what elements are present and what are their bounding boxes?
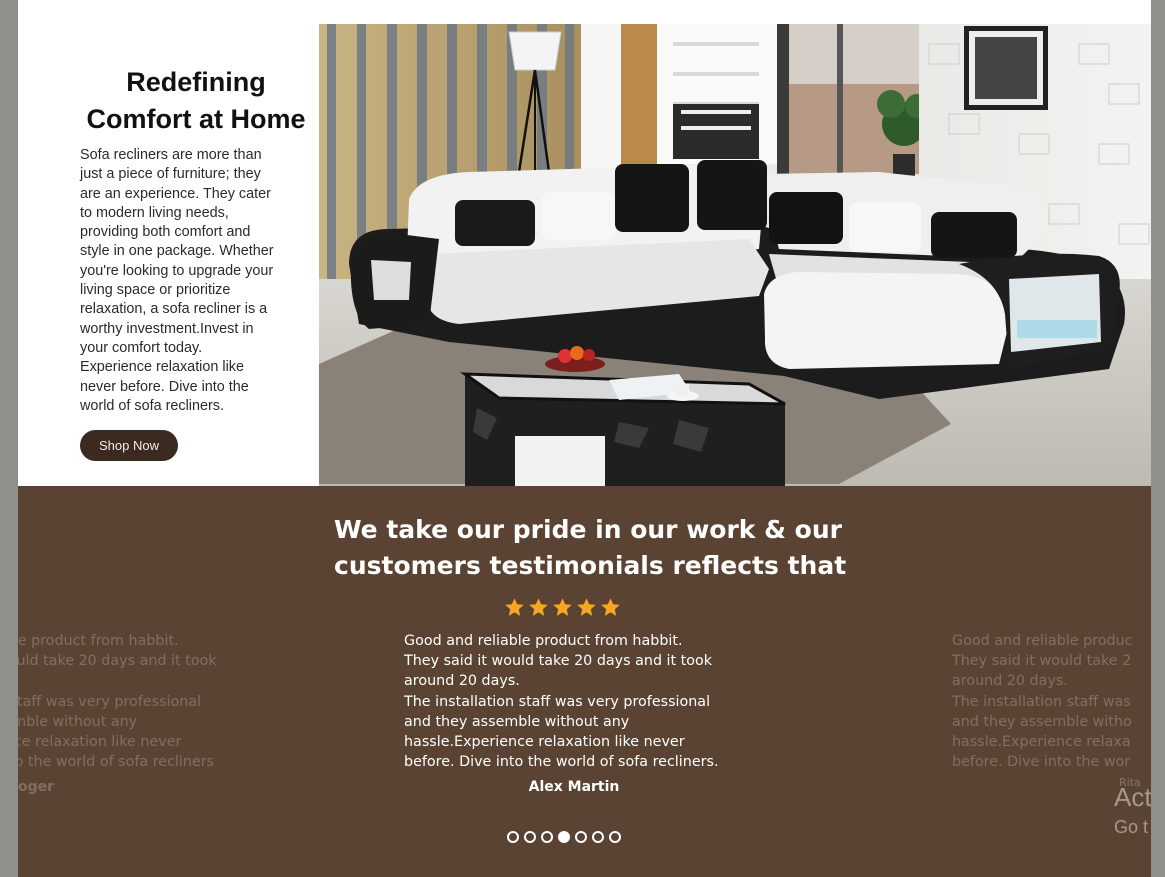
hero-description-line: are an experience. They cater <box>80 185 271 202</box>
testimonials-heading-line-2: customers testimonials reflects that <box>334 551 847 580</box>
prev-quote-line: n staff was very professional <box>18 693 202 710</box>
hero-description-line: Sofa recliners are more than <box>80 147 262 163</box>
carousel-dot[interactable] <box>541 831 553 843</box>
hero-description-line: to modern living needs, <box>80 204 229 221</box>
testimonial-author: Alex Martin <box>528 779 620 795</box>
quote-line: before. Dive into the world of sofa recl… <box>404 754 719 771</box>
hero-description: Sofa recliners are more than just a piece… <box>80 146 312 416</box>
next-quote-line: Good and reliable produc <box>952 633 1133 649</box>
hero-section: Redefining Comfort at Home Sofa recliner… <box>18 0 1151 486</box>
carousel-dot[interactable] <box>558 831 570 843</box>
hero-description-line: worthy investment.Invest in <box>80 320 254 337</box>
hero-description-line: style in one package. Whether <box>80 243 274 260</box>
watermark-line-2: Go t <box>1114 817 1149 837</box>
os-activation-watermark: Acti Go t <box>1114 782 1151 840</box>
quote-line: Good and reliable product from habbit. <box>404 633 683 649</box>
testimonials-heading: We take our pride in our work & our cust… <box>334 512 894 584</box>
quote-line: The installation staff was very professi… <box>404 693 711 710</box>
hero-title-line-1: Redefining <box>126 67 266 97</box>
carousel-dot[interactable] <box>575 831 587 843</box>
hero-description-line: providing both comfort and <box>80 224 251 241</box>
prev-testimonial-preview[interactable]: able product from habbit. would take 20 d… <box>18 631 268 772</box>
star-icon <box>529 598 548 616</box>
hero-description-line: relaxation, a sofa recliner is a <box>80 301 268 318</box>
next-quote-line: hassle.Experience relaxa <box>952 734 1131 751</box>
next-quote-line: around 20 days. <box>952 673 1068 690</box>
hero-description-line: Experience relaxation like <box>80 359 244 376</box>
star-icon <box>553 598 572 616</box>
testimonial-quote: Good and reliable product from habbit. Th… <box>404 631 764 772</box>
next-quote-line: They said it would take 2 <box>952 653 1132 670</box>
testimonials-section: We take our pride in our work & our cust… <box>18 486 1151 877</box>
prev-quote-line: semble without any <box>18 713 138 730</box>
hero-description-line: never before. Dive into the <box>80 378 249 395</box>
next-quote-line: The installation staff was <box>952 693 1131 710</box>
prev-quote-line: would take 20 days and it took <box>18 653 217 670</box>
star-icon <box>505 598 524 616</box>
prev-quote-line: able product from habbit. <box>18 633 179 649</box>
hero-description-line: just a piece of furniture; they <box>80 166 261 183</box>
rating-stars <box>504 597 621 618</box>
hero-description-line: living space or prioritize <box>80 282 231 299</box>
hero-text-block: Redefining Comfort at Home Sofa recliner… <box>80 64 320 416</box>
next-quote-line: and they assemble witho <box>952 713 1132 730</box>
carousel-dot[interactable] <box>524 831 536 843</box>
carousel-dot[interactable] <box>507 831 519 843</box>
hero-description-line: world of sofa recliners. <box>80 397 224 414</box>
star-icon <box>577 598 596 616</box>
testimonials-heading-line-1: We take our pride in our work & our <box>334 515 842 544</box>
page: Redefining Comfort at Home Sofa recliner… <box>18 0 1151 877</box>
carousel-dot[interactable] <box>609 831 621 843</box>
hero-description-line: your comfort today. <box>80 339 203 356</box>
hero-title: Redefining Comfort at Home <box>72 64 320 138</box>
prev-quote-line: into the world of sofa recliners <box>18 754 215 771</box>
quote-line: hassle.Experience relaxation like never <box>404 734 685 751</box>
next-quote-line: before. Dive into the wor <box>952 754 1131 771</box>
prev-testimonial-author: oger <box>18 779 55 795</box>
shop-now-button[interactable]: Shop Now <box>80 430 178 461</box>
prev-quote-line: ence relaxation like never <box>18 734 182 751</box>
quote-line: They said it would take 20 days and it t… <box>404 653 713 670</box>
carousel-dot[interactable] <box>592 831 604 843</box>
watermark-line-1: Acti <box>1114 782 1151 812</box>
star-icon <box>601 598 620 616</box>
quote-line: and they assemble without any <box>404 713 630 730</box>
quote-line: around 20 days. <box>404 673 520 690</box>
hero-sofa-image <box>319 24 1151 486</box>
next-testimonial-preview[interactable]: Good and reliable produc They said it wou… <box>952 631 1151 772</box>
hero-title-line-2: Comfort at Home <box>86 104 306 134</box>
carousel-pagination <box>507 831 621 843</box>
prev-quote-line <box>18 671 268 691</box>
hero-description-line: you're looking to upgrade your <box>80 262 274 279</box>
